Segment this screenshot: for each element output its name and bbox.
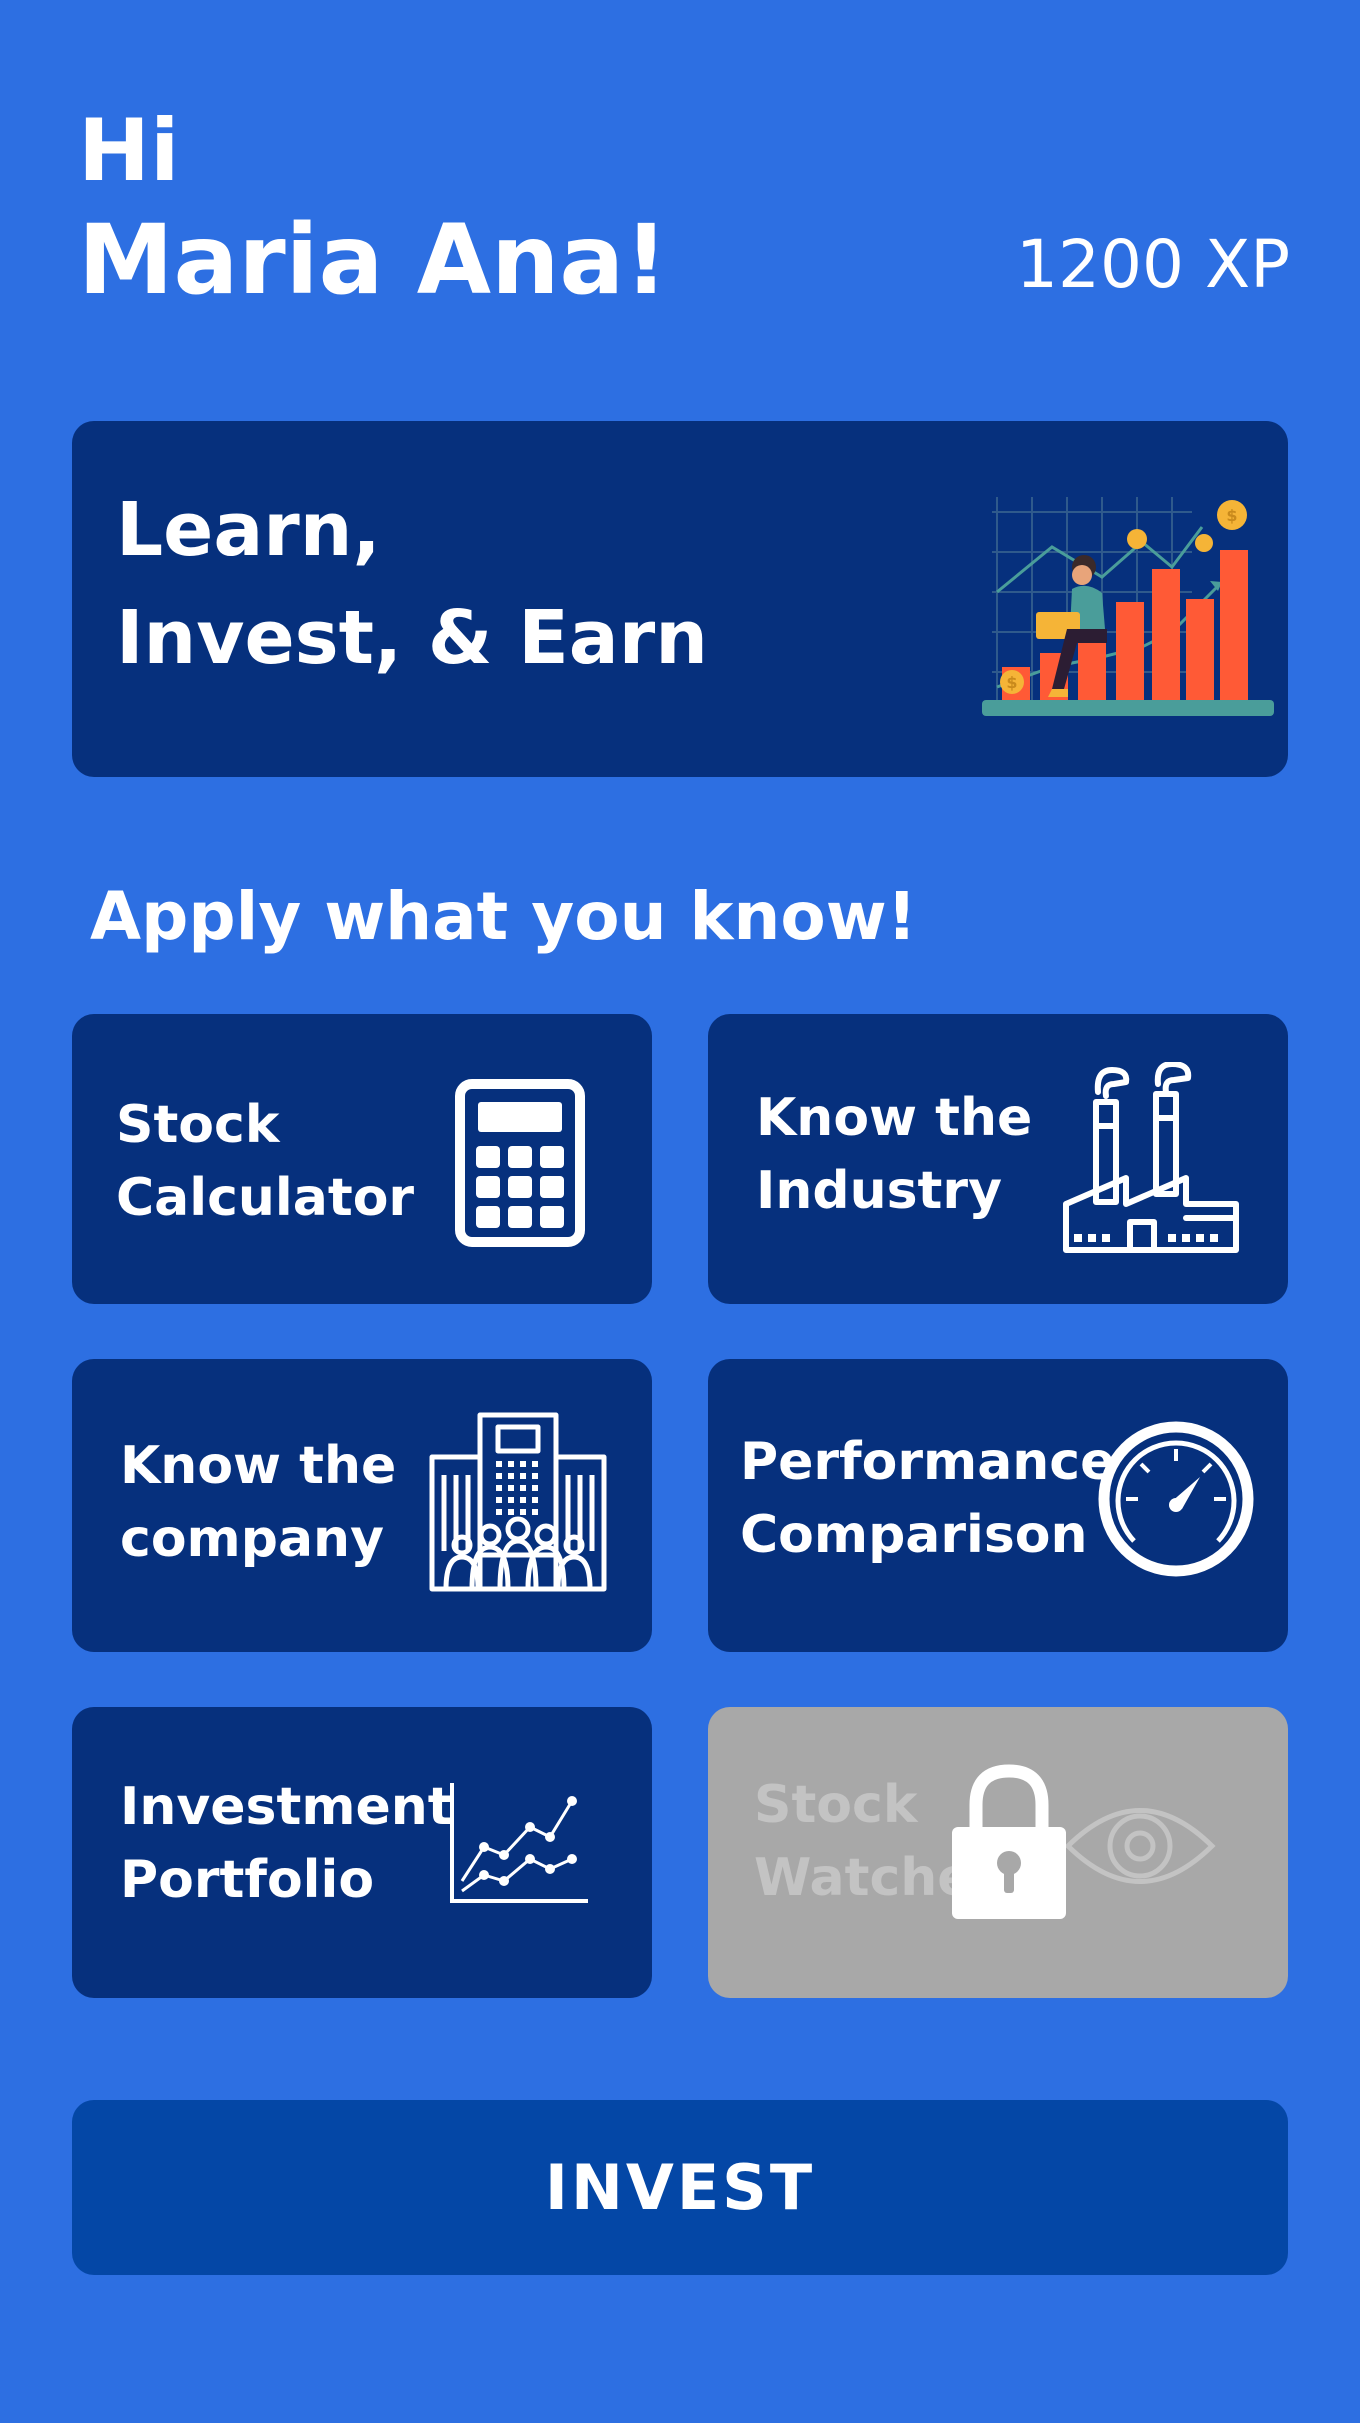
card-label-line-2: Calculator <box>116 1168 415 1228</box>
card-label-line-2: company <box>120 1509 384 1569</box>
xp-counter: 1200 XP <box>1016 226 1290 303</box>
speedometer-icon <box>1098 1421 1254 1577</box>
factory-icon <box>1063 1062 1239 1253</box>
office-building-icon <box>429 1412 607 1592</box>
card-label-line-2: Industry <box>756 1161 1002 1221</box>
svg-text:$: $ <box>1226 506 1237 525</box>
card-label: Know the Industry <box>756 1082 1032 1228</box>
card-label-line-1: Know the <box>120 1436 397 1496</box>
card-label: Performance Comparison <box>740 1426 1115 1572</box>
section-title: Apply what you know! <box>90 878 917 955</box>
svg-text:$: $ <box>1006 673 1017 692</box>
user-name: Maria Ana! <box>78 204 668 316</box>
stock-watcher-card-locked[interactable]: Stock Watcher <box>708 1707 1288 1998</box>
know-the-industry-card[interactable]: Know the Industry <box>708 1014 1288 1304</box>
learn-banner[interactable]: Learn, Invest, & Earn $ $ <box>72 421 1288 777</box>
investor-growth-chart-illustration: $$ <box>982 497 1274 716</box>
calculator-icon <box>455 1079 585 1247</box>
card-label: Know the company <box>120 1430 396 1576</box>
card-label-line-1: Know the <box>756 1088 1033 1148</box>
card-label: Investment Portfolio <box>120 1771 453 1917</box>
card-label-line-1: Stock <box>116 1095 280 1155</box>
performance-comparison-card[interactable]: Performance Comparison <box>708 1359 1288 1652</box>
know-the-company-card[interactable]: Know the company <box>72 1359 652 1652</box>
card-label-line-1: Performance <box>740 1432 1116 1492</box>
banner-line-1: Learn, <box>116 487 381 573</box>
card-label-line-2: Portfolio <box>120 1850 375 1910</box>
card-label-line-1: Investment <box>120 1777 453 1837</box>
greeting-hi: Hi <box>78 101 180 201</box>
line-chart-icon <box>450 1783 588 1903</box>
padlock-icon <box>952 1764 1066 1919</box>
banner-line-2: Invest, & Earn <box>116 595 708 681</box>
invest-button[interactable]: INVEST <box>72 2100 1288 2275</box>
investment-portfolio-card[interactable]: Investment Portfolio <box>72 1707 652 1998</box>
card-label: Stock Calculator <box>116 1089 414 1235</box>
stock-calculator-card[interactable]: Stock Calculator <box>72 1014 652 1304</box>
eye-icon <box>1064 1808 1216 1884</box>
card-label-line-2: Comparison <box>740 1505 1088 1565</box>
